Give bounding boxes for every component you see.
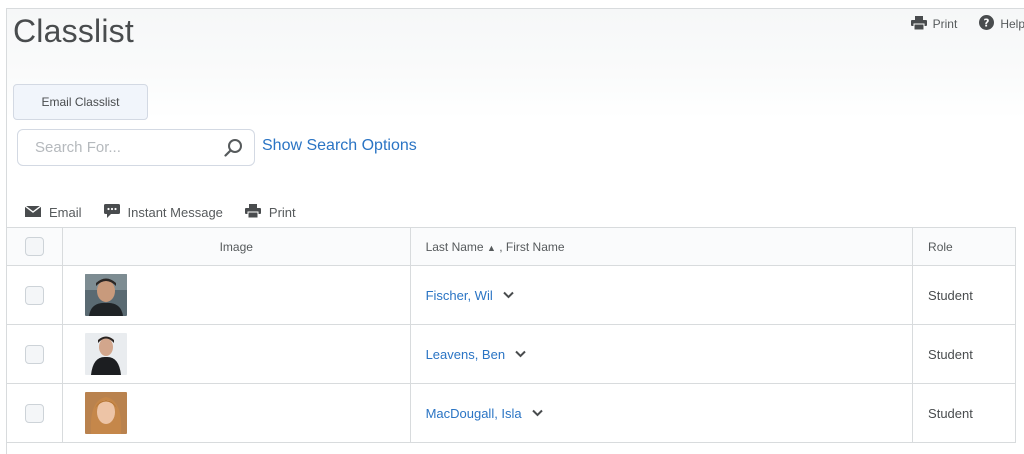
row-checkbox[interactable]: [24, 344, 44, 364]
printer-icon: [244, 204, 261, 221]
search-input[interactable]: [18, 130, 218, 165]
page-title: Classlist: [13, 13, 134, 49]
student-name-link[interactable]: Fischer, Wil: [426, 288, 493, 303]
instant-message-label: Instant Message: [127, 205, 223, 220]
print-button[interactable]: Print: [244, 204, 296, 221]
table-row: Leavens, Ben Student: [6, 324, 1016, 384]
classlist-table: Image Last Name ▲ , First Name Role Fisc…: [6, 227, 1016, 443]
print-label: Print: [268, 205, 296, 220]
email-label: Email: [49, 205, 82, 220]
role-cell: Student: [912, 383, 1016, 443]
help-button[interactable]: ? Help: [979, 15, 1024, 33]
show-search-options-link[interactable]: Show Search Options: [262, 137, 417, 155]
avatar: [84, 333, 127, 375]
instant-message-button[interactable]: Instant Message: [103, 204, 223, 221]
sort-ascending-icon: ▲: [486, 242, 496, 253]
chat-bubble-icon: [103, 204, 120, 221]
search-box: [17, 129, 255, 166]
row-checkbox[interactable]: [24, 403, 44, 423]
role-column-header: Role: [912, 227, 1016, 266]
svg-text:?: ?: [984, 17, 990, 29]
help-icon: ?: [979, 15, 995, 33]
chevron-down-icon[interactable]: [531, 406, 543, 420]
image-cell: [61, 265, 411, 325]
role-text: Student: [928, 405, 973, 421]
image-cell: [61, 324, 411, 384]
envelope-icon: [24, 205, 42, 220]
name-column-header: Last Name ▲ , First Name: [409, 227, 914, 266]
image-cell: [61, 383, 411, 443]
role-cell: Student: [912, 265, 1016, 325]
page-header: Classlist Print ? Help Email Classlist: [7, 9, 1024, 120]
role-text: Student: [928, 346, 973, 362]
table-header-row: Image Last Name ▲ , First Name Role: [6, 227, 1016, 266]
sort-first-name-link[interactable]: , First Name: [499, 240, 564, 254]
role-cell: Student: [912, 324, 1016, 384]
row-select-cell: [6, 265, 63, 325]
print-page-button[interactable]: Print: [910, 15, 958, 33]
table-row: MacDougall, Isla Student: [6, 383, 1016, 443]
chevron-down-icon[interactable]: [503, 288, 514, 302]
print-label: Print: [932, 17, 958, 31]
role-text: Student: [928, 287, 973, 303]
avatar: [84, 274, 127, 316]
select-all-checkbox[interactable]: [24, 237, 44, 256]
avatar: [84, 392, 127, 434]
row-select-cell: [6, 383, 63, 443]
table-row: Fischer, Wil Student: [6, 265, 1016, 325]
top-actions: Print ? Help: [910, 15, 1024, 33]
search-icon[interactable]: [224, 138, 244, 158]
student-name-link[interactable]: Leavens, Ben: [426, 347, 506, 362]
help-label: Help: [1000, 17, 1024, 31]
email-button[interactable]: Email: [24, 205, 82, 220]
name-cell: MacDougall, Isla: [409, 383, 914, 443]
student-name-link[interactable]: MacDougall, Isla: [426, 406, 522, 421]
name-cell: Fischer, Wil: [409, 265, 914, 325]
name-cell: Leavens, Ben: [409, 324, 914, 384]
row-checkbox[interactable]: [24, 285, 44, 305]
row-select-cell: [6, 324, 63, 384]
sort-last-name-link[interactable]: Last Name: [426, 240, 484, 254]
select-all-cell: [6, 227, 63, 266]
printer-icon: [910, 15, 927, 33]
classlist-toolbar: Email Instant Message Print: [24, 204, 296, 221]
chevron-down-icon[interactable]: [515, 347, 526, 361]
image-column-header: Image: [61, 227, 411, 266]
email-classlist-button[interactable]: Email Classlist: [13, 84, 148, 120]
